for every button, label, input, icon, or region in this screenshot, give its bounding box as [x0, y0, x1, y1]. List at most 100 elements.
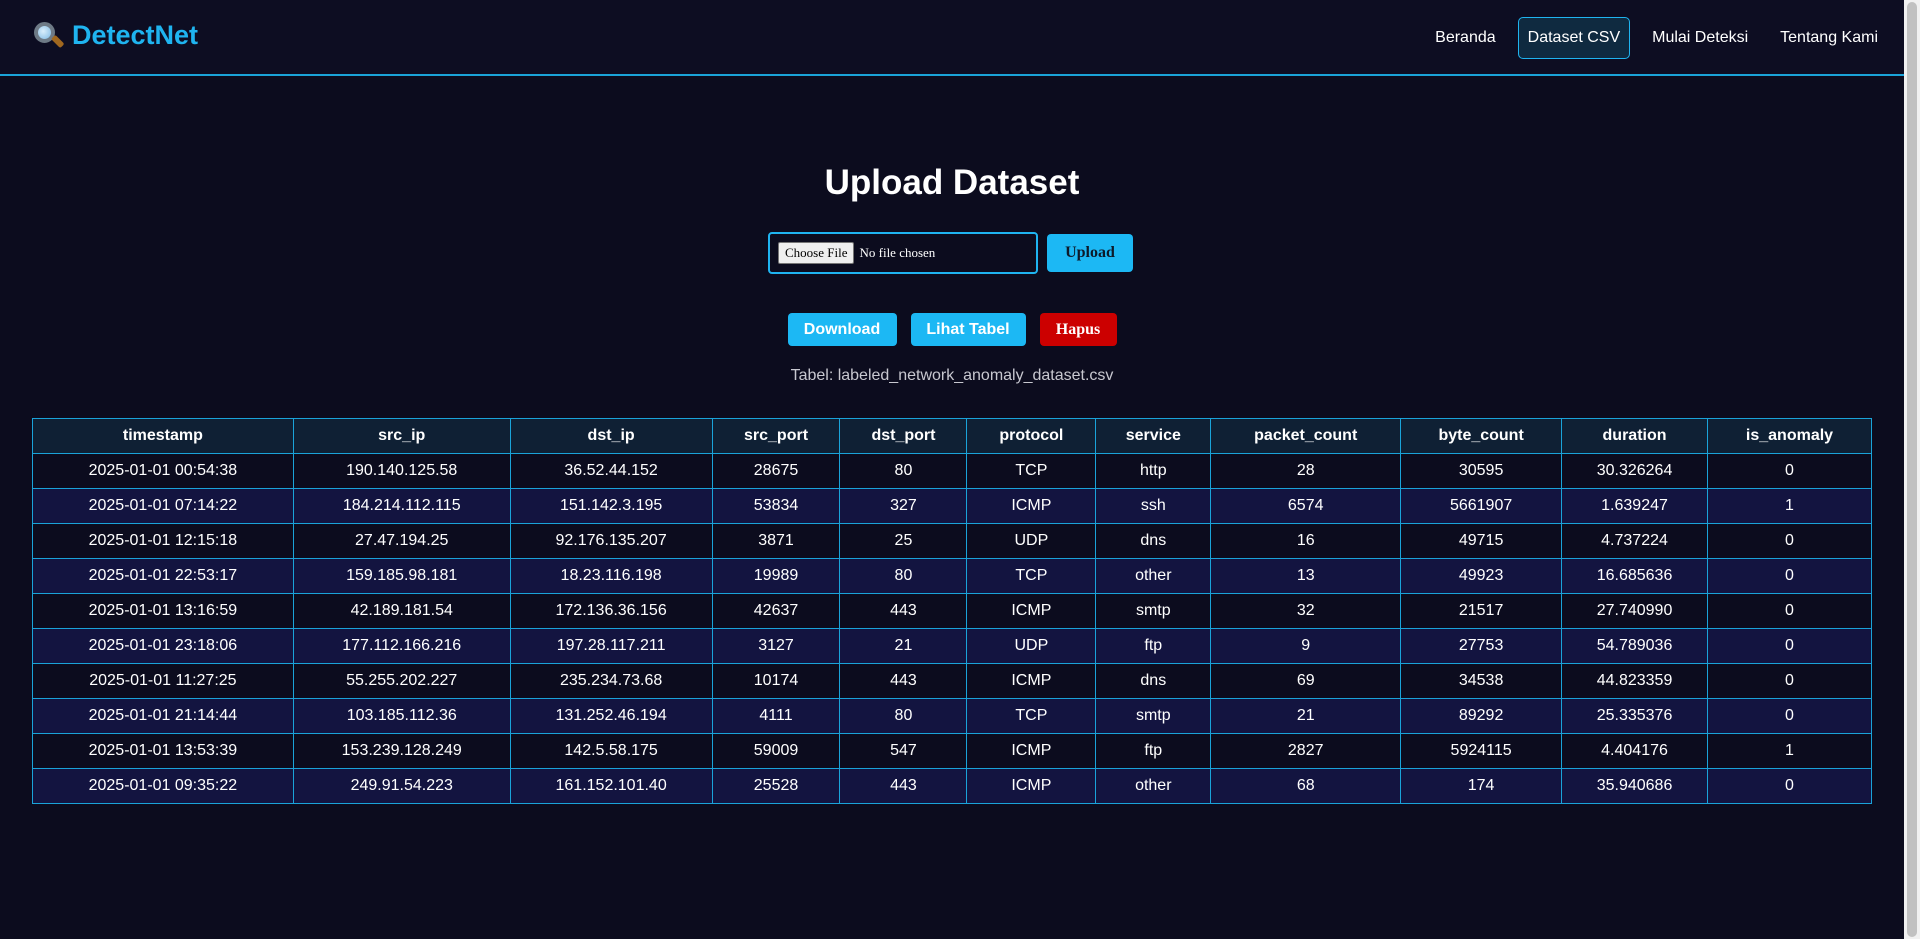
table-cell-dst-ip: 172.136.36.156 — [509, 593, 713, 629]
table-cell-dst-port: 80 — [839, 558, 968, 594]
table-cell-src-port: 3871 — [711, 523, 841, 559]
table-cell-byte-count: 34538 — [1400, 663, 1563, 699]
column-header-byte-count: byte_count — [1400, 418, 1563, 454]
table-cell-service: http — [1095, 453, 1212, 489]
table-cell-timestamp: 2025-01-01 07:14:22 — [32, 488, 294, 524]
table-cell-src-ip: 103.185.112.36 — [292, 698, 511, 734]
table-cell-is-anomaly: 1 — [1706, 733, 1873, 769]
table-cell-src-ip: 177.112.166.216 — [292, 628, 511, 664]
table-row: 2025-01-01 07:14:22 184.214.112.115 151.14… — [32, 488, 1873, 524]
table-cell-duration: 54.789036 — [1561, 628, 1708, 664]
column-header-src-port: src_port — [711, 418, 841, 454]
table-cell-timestamp: 2025-01-01 11:27:25 — [32, 663, 294, 699]
magnifier-icon — [32, 21, 65, 51]
table-cell-protocol: ICMP — [966, 663, 1097, 699]
table-cell-byte-count: 49715 — [1400, 523, 1563, 559]
table-cell-service: ssh — [1095, 488, 1212, 524]
table-cell-timestamp: 2025-01-01 00:54:38 — [32, 453, 294, 489]
upload-button[interactable]: Upload — [1047, 234, 1133, 272]
table-cell-dst-port: 443 — [839, 593, 968, 629]
table-cell-dst-port: 443 — [839, 663, 968, 699]
table-header-row: timestamp src_ip dst_ip src_port dst_port pro… — [32, 418, 1873, 454]
table-cell-is-anomaly: 0 — [1706, 523, 1873, 559]
nav-link-dataset-csv[interactable]: Dataset CSV — [1517, 17, 1631, 59]
table-cell-duration: 35.940686 — [1561, 768, 1708, 804]
column-header-src-ip: src_ip — [292, 418, 511, 454]
table-cell-packet-count: 2827 — [1210, 733, 1402, 769]
table-cell-timestamp: 2025-01-01 13:53:39 — [32, 733, 294, 769]
download-button[interactable]: Download — [787, 313, 897, 346]
table-cell-packet-count: 9 — [1210, 628, 1402, 664]
column-header-protocol: protocol — [966, 418, 1097, 454]
table-cell-is-anomaly: 0 — [1706, 663, 1873, 699]
page: DetectNet Beranda Dataset CSV Mulai Dete… — [0, 0, 1904, 939]
table-cell-packet-count: 32 — [1210, 593, 1402, 629]
table-cell-src-port: 28675 — [711, 453, 841, 489]
table-cell-src-ip: 184.214.112.115 — [292, 488, 511, 524]
nav-link-mulai-deteksi[interactable]: Mulai Deteksi — [1642, 17, 1758, 59]
table-cell-src-ip: 55.255.202.227 — [292, 663, 511, 699]
table-cell-timestamp: 2025-01-01 13:16:59 — [32, 593, 294, 629]
table-cell-dst-port: 80 — [839, 453, 968, 489]
table-cell-src-ip: 153.239.128.249 — [292, 733, 511, 769]
nav-link-beranda[interactable]: Beranda — [1425, 17, 1506, 59]
table-cell-byte-count: 174 — [1400, 768, 1563, 804]
table-cell-service: ftp — [1095, 628, 1212, 664]
table-cell-packet-count: 6574 — [1210, 488, 1402, 524]
brand-logo[interactable]: DetectNet — [32, 20, 198, 51]
table-cell-is-anomaly: 0 — [1706, 698, 1873, 734]
table-cell-dst-port: 327 — [839, 488, 968, 524]
table-cell-duration: 27.740990 — [1561, 593, 1708, 629]
table-cell-duration: 4.404176 — [1561, 733, 1708, 769]
view-table-button[interactable]: Lihat Tabel — [910, 313, 1026, 346]
table-cell-protocol: TCP — [966, 453, 1097, 489]
table-cell-duration: 44.823359 — [1561, 663, 1708, 699]
main-nav: Beranda Dataset CSV Mulai Deteksi Tentan… — [1425, 17, 1888, 59]
table-row: 2025-01-01 00:54:38 190.140.125.58 36.52.4… — [32, 453, 1873, 489]
delete-button[interactable]: Hapus — [1039, 313, 1117, 346]
table-row: 2025-01-01 13:16:59 42.189.181.54 172.136.… — [32, 593, 1873, 629]
table-cell-service: other — [1095, 768, 1212, 804]
table-cell-duration: 16.685636 — [1561, 558, 1708, 594]
table-cell-is-anomaly: 0 — [1706, 628, 1873, 664]
table-cell-protocol: UDP — [966, 628, 1097, 664]
column-header-is-anomaly: is_anomaly — [1706, 418, 1873, 454]
table-cell-protocol: TCP — [966, 558, 1097, 594]
choose-file-button[interactable]: Choose File — [778, 242, 855, 264]
table-cell-packet-count: 28 — [1210, 453, 1402, 489]
upload-form: Choose File No file chosen Upload — [768, 232, 1133, 274]
column-header-duration: duration — [1561, 418, 1708, 454]
file-input[interactable]: Choose File No file chosen — [768, 232, 1038, 274]
table-cell-dst-ip: 142.5.58.175 — [509, 733, 713, 769]
table-row: 2025-01-01 11:27:25 55.255.202.227 235.234… — [32, 663, 1873, 699]
table-cell-src-port: 25528 — [711, 768, 841, 804]
table-cell-src-port: 42637 — [711, 593, 841, 629]
table-cell-byte-count: 27753 — [1400, 628, 1563, 664]
dataset-table: timestamp src_ip dst_ip src_port dst_port pro… — [32, 418, 1873, 804]
table-cell-protocol: ICMP — [966, 488, 1097, 524]
table-cell-timestamp: 2025-01-01 09:35:22 — [32, 768, 294, 804]
table-cell-timestamp: 2025-01-01 23:18:06 — [32, 628, 294, 664]
table-cell-dst-port: 21 — [839, 628, 968, 664]
action-buttons: Download Lihat Tabel Hapus — [0, 313, 1904, 346]
table-cell-byte-count: 5661907 — [1400, 488, 1563, 524]
scrollbar-thumb[interactable] — [1907, 2, 1917, 937]
table-cell-src-port: 3127 — [711, 628, 841, 664]
file-status: No file chosen — [859, 245, 936, 260]
table-cell-duration: 30.326264 — [1561, 453, 1708, 489]
table-cell-src-ip: 27.47.194.25 — [292, 523, 511, 559]
column-header-dst-ip: dst_ip — [509, 418, 713, 454]
nav-link-tentang-kami[interactable]: Tentang Kami — [1770, 17, 1888, 59]
table-cell-src-port: 10174 — [711, 663, 841, 699]
column-header-packet-count: packet_count — [1210, 418, 1402, 454]
vertical-scrollbar[interactable] — [1904, 0, 1920, 939]
table-cell-timestamp: 2025-01-01 12:15:18 — [32, 523, 294, 559]
navbar: DetectNet Beranda Dataset CSV Mulai Dete… — [0, 0, 1904, 76]
table-cell-protocol: ICMP — [966, 768, 1097, 804]
table-cell-byte-count: 30595 — [1400, 453, 1563, 489]
table-caption: Tabel: labeled_network_anomaly_dataset.c… — [790, 367, 1114, 384]
table-cell-is-anomaly: 0 — [1706, 768, 1873, 804]
table-cell-src-ip: 42.189.181.54 — [292, 593, 511, 629]
table-cell-protocol: ICMP — [966, 733, 1097, 769]
table-cell-dst-port: 547 — [839, 733, 968, 769]
